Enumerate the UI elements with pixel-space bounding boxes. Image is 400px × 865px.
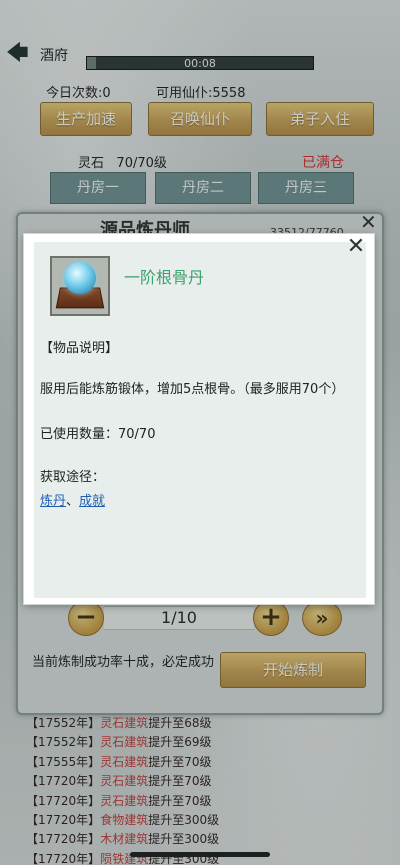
item-description-header: 【物品说明】 bbox=[40, 341, 119, 356]
source-label: 获取途径： bbox=[40, 470, 106, 485]
source-separator: 、 bbox=[66, 494, 80, 509]
item-name: 一阶根骨丹 bbox=[124, 268, 205, 287]
pill-orb-icon bbox=[64, 262, 96, 294]
close-icon[interactable]: ✕ bbox=[344, 236, 368, 260]
used-count: 已使用数量：70/70 bbox=[40, 427, 156, 442]
source-link-achievement[interactable]: 成就 bbox=[79, 494, 105, 509]
source-links: 炼丹、成就 bbox=[40, 490, 105, 509]
source-link-alchemy[interactable]: 炼丹 bbox=[40, 494, 66, 509]
item-description: 服用后能炼筋锻体，增加5点根骨。（最多服用70个） bbox=[40, 382, 345, 397]
